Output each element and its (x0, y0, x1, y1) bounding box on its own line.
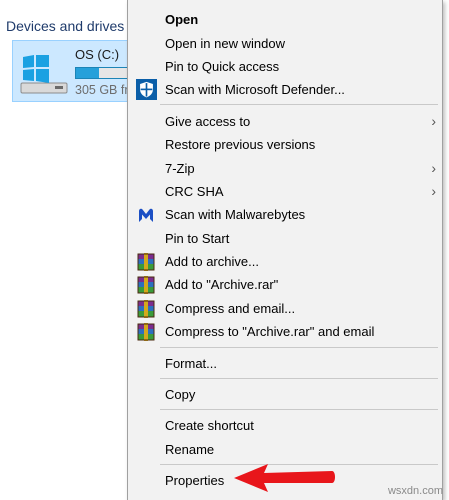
menu-item-label: Pin to Start (165, 231, 230, 246)
menu-item-label: Scan with Malwarebytes (165, 207, 306, 222)
menu-item-label: Open (165, 12, 199, 27)
winrar-icon (137, 276, 155, 294)
menu-item-open-new-window[interactable]: Open in new window (128, 32, 442, 55)
menu-item-label: Add to archive... (165, 254, 259, 269)
menu-item-label: Scan with Microsoft Defender... (165, 82, 345, 97)
menu-item-label: Format... (165, 356, 218, 371)
menu-item-add-to-archive[interactable]: Add to archive... (128, 250, 442, 273)
menu-item-label: Pin to Quick access (165, 59, 280, 74)
watermark: wsxdn.com (387, 485, 443, 497)
menu-item-scan-defender[interactable]: Scan with Microsoft Defender... (128, 78, 442, 101)
menu-item-label: Compress to "Archive.rar" and email (165, 324, 375, 339)
menu-item-label: Properties (165, 473, 225, 488)
menu-separator (160, 347, 438, 348)
menu-item-create-shortcut[interactable]: Create shortcut (128, 414, 442, 437)
drive-usage-bar (75, 67, 135, 79)
menu-separator (160, 378, 438, 379)
drive-free-space: 305 GB free (75, 83, 133, 97)
hard-drive-icon (20, 55, 68, 94)
menu-item-format[interactable]: Format... (128, 352, 442, 375)
winrar-icon (137, 323, 155, 341)
menu-item-compress-archive-rar-email[interactable]: Compress to "Archive.rar" and email (128, 320, 442, 343)
menu-separator (160, 409, 438, 410)
menu-item-open[interactable]: Open (128, 8, 442, 31)
menu-item-7zip[interactable]: 7-Zip › (128, 157, 442, 180)
menu-item-pin-quick-access[interactable]: Pin to Quick access (128, 55, 442, 78)
winrar-icon (137, 300, 155, 318)
drive-name: OS (C:) (75, 47, 120, 62)
submenu-arrow-icon: › (431, 160, 436, 176)
menu-item-label: 7-Zip (165, 161, 195, 176)
winrar-icon (137, 253, 155, 271)
section-title: Devices and drives (6, 18, 125, 34)
menu-item-label: Give access to (165, 114, 251, 129)
submenu-arrow-icon: › (431, 113, 436, 129)
malwarebytes-icon (139, 208, 153, 222)
context-menu: Open Open in new window Pin to Quick acc… (127, 0, 443, 500)
devices-and-drives-header[interactable]: Devices and drives (0, 18, 124, 40)
annotation-arrow-icon (234, 464, 335, 492)
menu-item-add-to-archive-rar[interactable]: Add to "Archive.rar" (128, 273, 442, 296)
menu-separator (160, 104, 438, 105)
menu-item-label: Create shortcut (165, 418, 254, 433)
menu-item-label: Add to "Archive.rar" (165, 277, 279, 292)
defender-shield-icon (136, 79, 157, 100)
menu-item-label: CRC SHA (165, 184, 224, 199)
menu-item-label: Rename (165, 442, 215, 457)
menu-item-label: Restore previous versions (165, 137, 316, 152)
submenu-arrow-icon: › (431, 183, 436, 199)
menu-item-pin-start[interactable]: Pin to Start (128, 227, 442, 250)
menu-item-give-access[interactable]: Give access to › (128, 110, 442, 133)
menu-item-label: Copy (165, 387, 196, 402)
menu-item-crc-sha[interactable]: CRC SHA › (128, 180, 442, 203)
menu-item-copy[interactable]: Copy (128, 383, 442, 406)
menu-item-label: Compress and email... (165, 301, 296, 316)
menu-item-scan-malwarebytes[interactable]: Scan with Malwarebytes (128, 203, 442, 226)
menu-item-label: Open in new window (165, 36, 285, 51)
menu-item-restore-versions[interactable]: Restore previous versions (128, 133, 442, 156)
menu-item-compress-email[interactable]: Compress and email... (128, 297, 442, 320)
drive-c-tile[interactable]: OS (C:) 305 GB free (12, 40, 135, 102)
